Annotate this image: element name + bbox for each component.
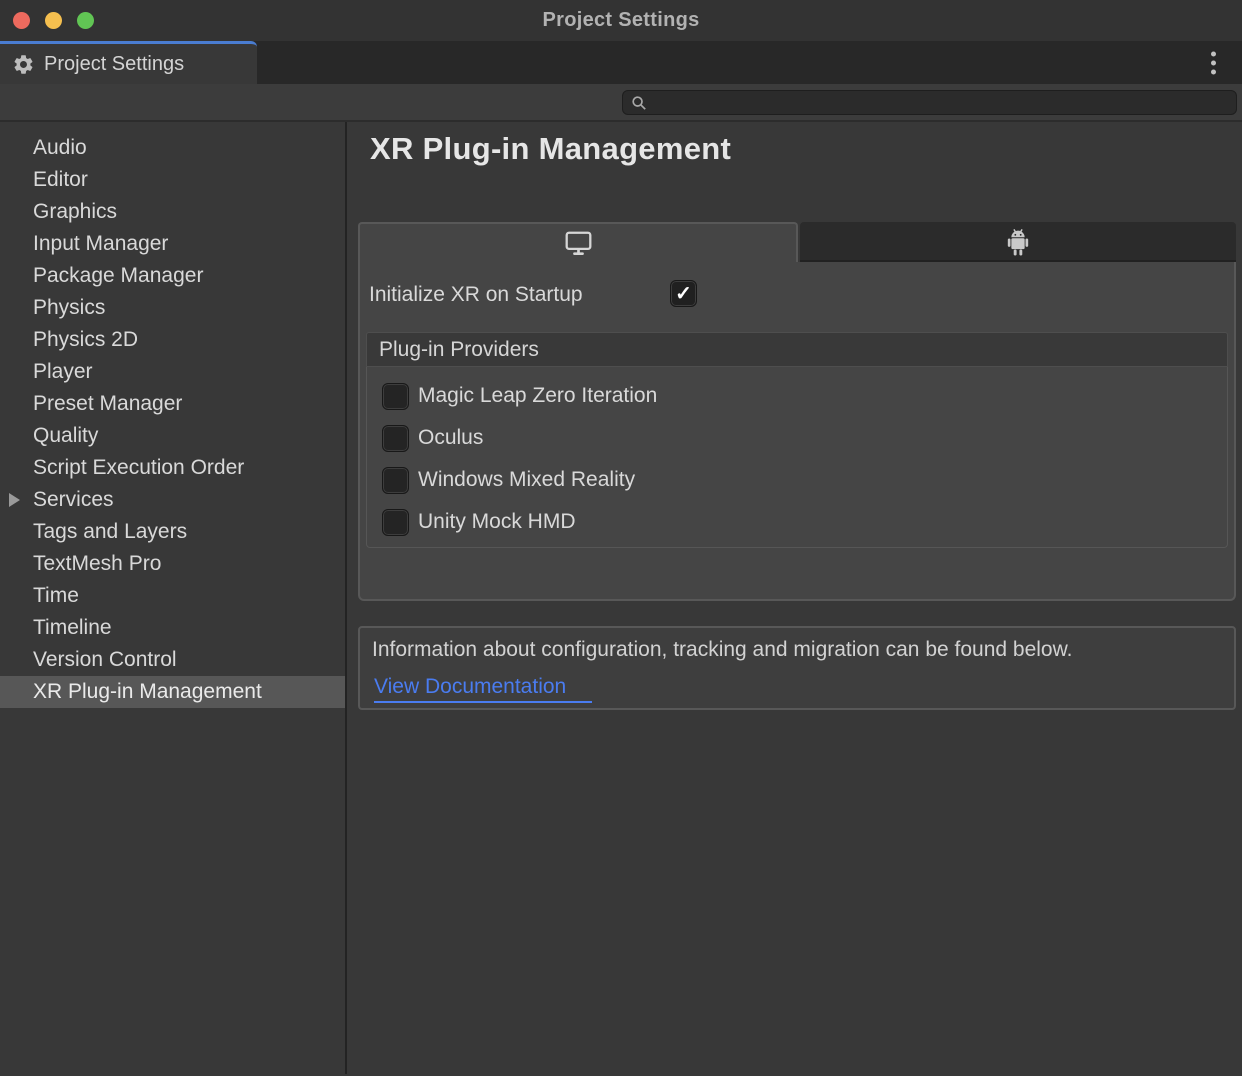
sidebar-item-preset-manager[interactable]: Preset Manager bbox=[0, 388, 345, 420]
monitor-icon bbox=[564, 230, 593, 257]
provider-row-magic-leap: Magic Leap Zero Iteration bbox=[367, 375, 1227, 417]
sidebar-item-services-label: Services bbox=[33, 488, 114, 512]
main-pane: XR Plug-in Management bbox=[347, 122, 1242, 1074]
initialize-xr-checkbox[interactable]: ✓ bbox=[670, 280, 697, 307]
provider-row-unity-mock-hmd: Unity Mock HMD bbox=[367, 501, 1227, 543]
plugin-providers-list: Magic Leap Zero Iteration Oculus Windows… bbox=[366, 367, 1228, 548]
traffic-lights bbox=[13, 12, 94, 29]
minimize-window-button[interactable] bbox=[45, 12, 62, 29]
info-text: Information about configuration, trackin… bbox=[372, 638, 1222, 662]
search-box[interactable] bbox=[622, 90, 1237, 115]
sidebar-item-script-execution-order[interactable]: Script Execution Order bbox=[0, 452, 345, 484]
editor-tabstrip: Project Settings bbox=[0, 41, 1242, 84]
initialize-xr-label: Initialize XR on Startup bbox=[369, 283, 583, 307]
tab-project-settings-label: Project Settings bbox=[44, 53, 184, 76]
info-helpbox: Information about configuration, trackin… bbox=[358, 626, 1236, 710]
provider-checkbox-unity-mock-hmd[interactable] bbox=[382, 509, 409, 536]
gear-icon bbox=[12, 53, 35, 76]
provider-label: Magic Leap Zero Iteration bbox=[418, 384, 657, 408]
plugin-providers-header: Plug-in Providers bbox=[366, 332, 1228, 367]
initialize-xr-row: Initialize XR on Startup ✓ bbox=[369, 283, 583, 307]
sidebar-item-time[interactable]: Time bbox=[0, 580, 345, 612]
disclosure-triangle-icon[interactable] bbox=[9, 493, 20, 507]
sidebar-item-xr-plugin-management[interactable]: XR Plug-in Management bbox=[0, 676, 345, 708]
settings-sidebar: Audio Editor Graphics Input Manager Pack… bbox=[0, 122, 347, 1074]
tab-platform-desktop[interactable] bbox=[358, 222, 798, 262]
sidebar-item-physics-2d[interactable]: Physics 2D bbox=[0, 324, 345, 356]
content: Audio Editor Graphics Input Manager Pack… bbox=[0, 122, 1242, 1074]
sidebar-item-physics[interactable]: Physics bbox=[0, 292, 345, 324]
tab-platform-android[interactable] bbox=[800, 222, 1236, 262]
sidebar-item-graphics[interactable]: Graphics bbox=[0, 196, 345, 228]
page-title: XR Plug-in Management bbox=[370, 131, 731, 167]
platform-tabbar bbox=[358, 222, 1236, 262]
provider-row-windows-mixed-reality: Windows Mixed Reality bbox=[367, 459, 1227, 501]
provider-label: Oculus bbox=[418, 426, 483, 450]
search-input[interactable] bbox=[653, 93, 1228, 113]
window-title: Project Settings bbox=[0, 0, 1242, 41]
sidebar-item-version-control[interactable]: Version Control bbox=[0, 644, 345, 676]
sidebar-item-package-manager[interactable]: Package Manager bbox=[0, 260, 345, 292]
sidebar-item-tags-and-layers[interactable]: Tags and Layers bbox=[0, 516, 345, 548]
provider-label: Windows Mixed Reality bbox=[418, 468, 635, 492]
checkmark-icon: ✓ bbox=[675, 284, 692, 304]
search-icon bbox=[631, 95, 647, 111]
android-icon bbox=[1005, 227, 1031, 257]
sidebar-item-editor[interactable]: Editor bbox=[0, 164, 345, 196]
view-documentation-link[interactable]: View Documentation bbox=[374, 675, 592, 703]
close-window-button[interactable] bbox=[13, 12, 30, 29]
search-toolbar bbox=[0, 84, 1242, 122]
kebab-menu-icon[interactable] bbox=[1208, 48, 1219, 77]
sidebar-item-timeline[interactable]: Timeline bbox=[0, 612, 345, 644]
sidebar-item-services[interactable]: Services bbox=[0, 484, 345, 516]
provider-checkbox-oculus[interactable] bbox=[382, 425, 409, 452]
provider-row-oculus: Oculus bbox=[367, 417, 1227, 459]
provider-checkbox-windows-mixed-reality[interactable] bbox=[382, 467, 409, 494]
titlebar: Project Settings bbox=[0, 0, 1242, 41]
sidebar-item-input-manager[interactable]: Input Manager bbox=[0, 228, 345, 260]
tab-project-settings[interactable]: Project Settings bbox=[0, 41, 257, 84]
sidebar-item-audio[interactable]: Audio bbox=[0, 132, 345, 164]
provider-checkbox-magic-leap[interactable] bbox=[382, 383, 409, 410]
zoom-window-button[interactable] bbox=[77, 12, 94, 29]
xr-settings-panel: Initialize XR on Startup ✓ Plug-in Provi… bbox=[358, 262, 1236, 601]
sidebar-item-textmesh-pro[interactable]: TextMesh Pro bbox=[0, 548, 345, 580]
sidebar-item-quality[interactable]: Quality bbox=[0, 420, 345, 452]
sidebar-item-player[interactable]: Player bbox=[0, 356, 345, 388]
provider-label: Unity Mock HMD bbox=[418, 510, 576, 534]
